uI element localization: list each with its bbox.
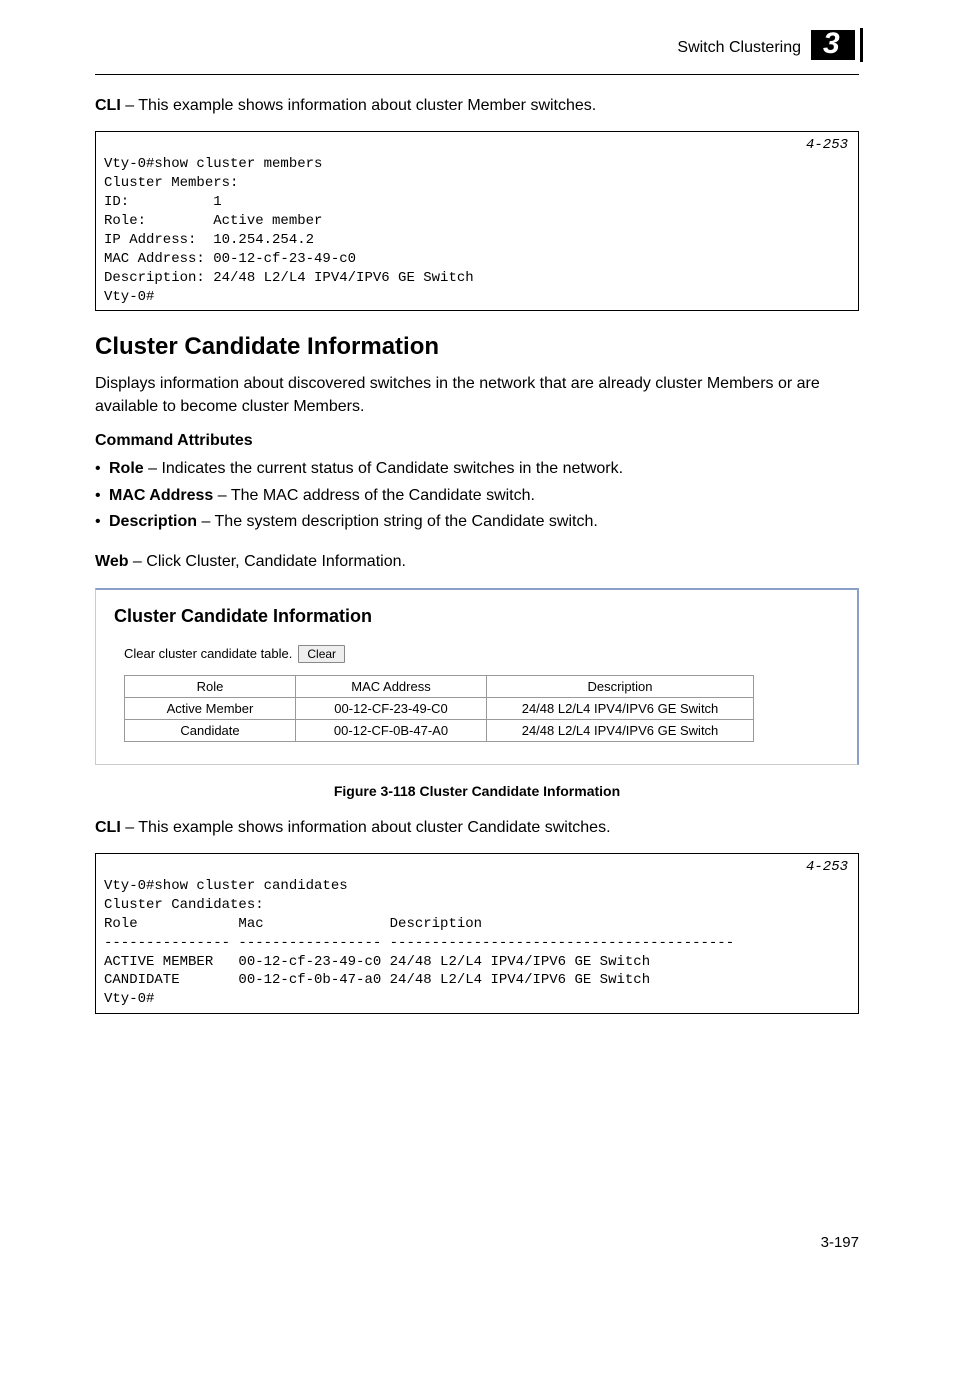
attribute-item-role: Role – Indicates the current status of C… (95, 458, 859, 480)
cli-candidates-lines: Vty-0#show cluster candidates Cluster Ca… (104, 878, 734, 1007)
code-ref-link[interactable]: 4-253 (806, 136, 848, 155)
chapter-number: 3 (823, 27, 840, 61)
col-role: Role (125, 675, 296, 697)
cli-intro-text: – This example shows information about c… (121, 97, 596, 114)
cell-mac: 00-12-CF-0B-47-A0 (296, 719, 487, 741)
col-mac: MAC Address (296, 675, 487, 697)
cli-members-intro: CLI – This example shows information abo… (95, 95, 859, 117)
attribute-list: Role – Indicates the current status of C… (95, 458, 859, 533)
cell-description: 24/48 L2/L4 IPV4/IPV6 GE Switch (487, 697, 754, 719)
cli-candidates-intro: CLI – This example shows information abo… (95, 817, 859, 839)
header-section-title: Switch Clustering (677, 39, 801, 57)
cli-prefix: CLI (95, 97, 121, 114)
web-text: – Click Cluster, Candidate Information. (128, 553, 405, 570)
candidate-table: Role MAC Address Description Active Memb… (124, 675, 754, 742)
table-row: Candidate 00-12-CF-0B-47-A0 24/48 L2/L4 … (125, 719, 754, 741)
cell-mac: 00-12-CF-23-49-C0 (296, 697, 487, 719)
table-header-row: Role MAC Address Description (125, 675, 754, 697)
cli-prefix: CLI (95, 819, 121, 836)
code-ref-link[interactable]: 4-253 (806, 858, 848, 877)
clear-label: Clear cluster candidate table. (124, 646, 292, 661)
section-description: Displays information about discovered sw… (95, 373, 859, 418)
cell-description: 24/48 L2/L4 IPV4/IPV6 GE Switch (487, 719, 754, 741)
web-panel: Cluster Candidate Information Clear clus… (95, 588, 859, 765)
cell-role: Candidate (125, 719, 296, 741)
chapter-badge: 3 (811, 30, 859, 66)
cli-members-lines: Vty-0#show cluster members Cluster Membe… (104, 156, 474, 304)
cli-members-output: 4-253 Vty-0#show cluster members Cluster … (95, 131, 859, 311)
attribute-item-description: Description – The system description str… (95, 511, 859, 533)
web-instruction: Web – Click Cluster, Candidate Informati… (95, 551, 859, 573)
page-header: Switch Clustering 3 (95, 30, 859, 66)
section-title: Cluster Candidate Information (95, 333, 859, 361)
web-prefix: Web (95, 553, 128, 570)
cli-intro-text: – This example shows information about c… (121, 819, 611, 836)
table-row: Active Member 00-12-CF-23-49-C0 24/48 L2… (125, 697, 754, 719)
attribute-item-mac: MAC Address – The MAC address of the Can… (95, 485, 859, 507)
page-number: 3-197 (95, 1234, 859, 1251)
clear-button[interactable]: Clear (298, 645, 345, 663)
cli-candidates-output: 4-253 Vty-0#show cluster candidates Clust… (95, 853, 859, 1014)
panel-title: Cluster Candidate Information (114, 606, 839, 627)
col-description: Description (487, 675, 754, 697)
figure-caption: Figure 3-118 Cluster Candidate Informati… (95, 783, 859, 799)
header-rule (95, 74, 859, 75)
cell-role: Active Member (125, 697, 296, 719)
command-attributes-heading: Command Attributes (95, 432, 859, 450)
